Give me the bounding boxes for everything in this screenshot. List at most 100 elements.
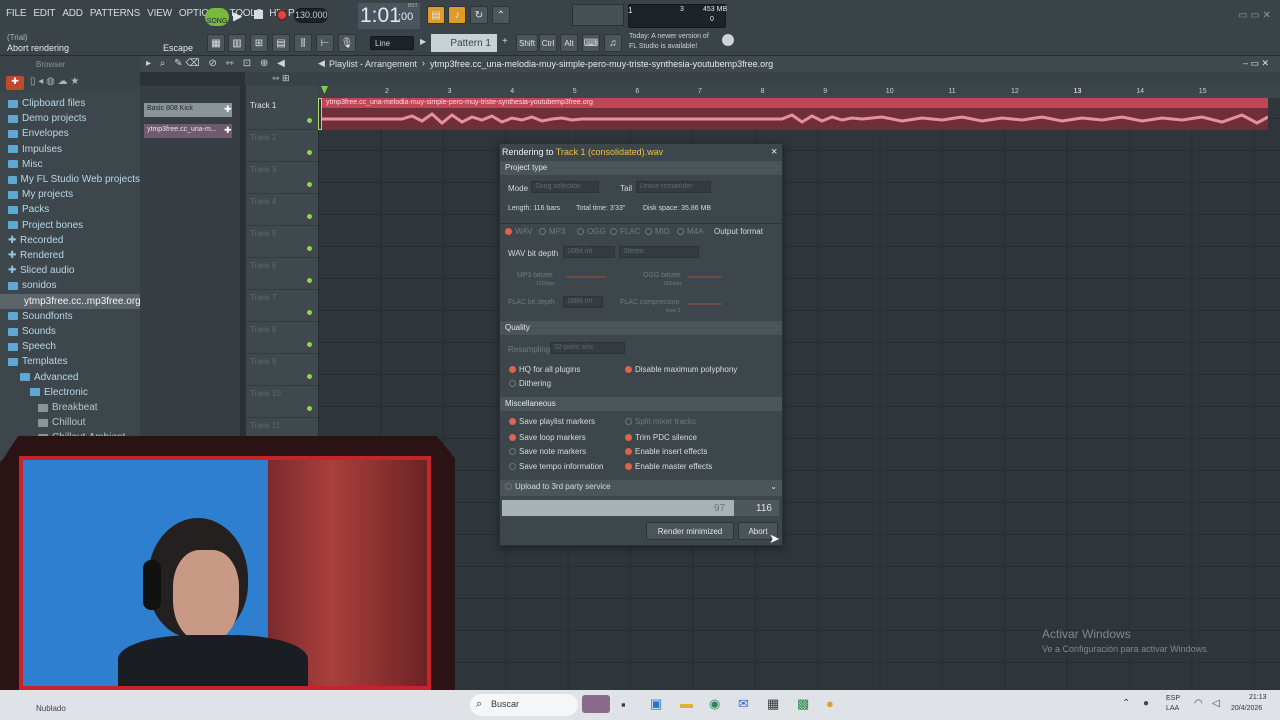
language-secondary[interactable]: LAA <box>1166 705 1179 712</box>
browser-item[interactable]: Project bones <box>0 218 140 233</box>
split-mixer-tracks-checkbox[interactable]: Split mixer tracks <box>625 417 696 426</box>
resampling-select[interactable]: 32-point sinc <box>550 342 625 354</box>
countdown-icon[interactable]: ⌃ <box>492 6 510 24</box>
clock-date[interactable]: 20/4/2026 <box>1231 705 1262 712</box>
browser-item[interactable]: Clipboard files <box>0 96 140 111</box>
track-mute-icon[interactable] <box>307 278 312 283</box>
typing-keyboard-icon[interactable]: ⌨ <box>582 34 600 52</box>
news-line-2[interactable]: FL Studio is available! <box>629 43 697 50</box>
volume-icon[interactable]: ◁ <box>1212 698 1220 709</box>
save-loop-markers-checkbox[interactable]: Save loop markers <box>509 433 586 442</box>
record-button[interactable] <box>276 9 288 21</box>
browser-item[interactable]: Demo projects <box>0 111 140 126</box>
channel-expand-icon[interactable]: ✚ <box>224 104 232 115</box>
tempo-display[interactable]: 130.000 <box>294 8 328 23</box>
section-misc[interactable]: Miscellaneous <box>500 397 782 411</box>
track-header[interactable]: Track 1 <box>246 98 318 130</box>
shift-key-button[interactable]: Shift <box>516 34 538 52</box>
xbox-icon[interactable]: ▩ <box>797 696 809 712</box>
window-minimize-icon[interactable]: ▭ ▭ ✕ <box>1238 10 1271 21</box>
browser-item[interactable]: My FL Studio Web projects <box>0 172 140 187</box>
calendar-icon[interactable]: ▦ <box>767 696 779 712</box>
edge-icon[interactable]: ◉ <box>709 696 720 712</box>
track-mute-icon[interactable] <box>307 182 312 187</box>
menu-patterns[interactable]: PATTERNS <box>90 8 140 19</box>
save-tempo-checkbox[interactable]: Save tempo information <box>509 462 604 471</box>
flac-bit-depth-select[interactable]: 16Bit int <box>563 296 603 308</box>
playlist-tools-icon[interactable]: ▸ ⌕ ✎⌫ ⊘ ⇿ ⊡ ⊕ ◀ <box>146 58 288 69</box>
browser-files-icon[interactable]: ▯ ◂ ◍ ☁ ★ <box>30 76 79 87</box>
track-mute-icon[interactable] <box>307 150 312 155</box>
dialog-close-button[interactable]: × <box>771 146 777 158</box>
master-volume[interactable] <box>572 4 624 26</box>
save-playlist-markers-checkbox[interactable]: Save playlist markers <box>509 417 595 426</box>
piano-keyboard-icon[interactable]: ♫ <box>604 34 622 52</box>
browser-all-icon[interactable]: ✚ <box>6 76 24 90</box>
render-minimized-button[interactable]: Render minimized <box>646 522 734 540</box>
mixer-icon[interactable]: ⫼ <box>294 34 312 52</box>
mode-select[interactable]: Song selection <box>531 181 599 193</box>
tray-chevron-icon[interactable]: ⌃ <box>1122 698 1130 709</box>
browser-item[interactable]: ✚ Recorded <box>0 233 140 248</box>
track-header[interactable]: Track 7 <box>246 290 318 322</box>
track-header[interactable]: Track 4 <box>246 194 318 226</box>
wifi-icon[interactable]: ◠ <box>1194 698 1203 709</box>
pattern-selector[interactable]: Pattern 1 <box>431 34 497 52</box>
browser-item[interactable]: ytmp3free.cc..mp3free.org <box>0 293 141 309</box>
track-header[interactable]: Track 2 <box>246 130 318 162</box>
browser-item[interactable]: Chillout <box>0 415 140 430</box>
add-pattern-icon[interactable]: + <box>502 36 508 47</box>
track-header[interactable]: Track 10 <box>246 386 318 418</box>
browser-item[interactable]: Advanced <box>0 370 140 385</box>
flac-compression-slider[interactable] <box>688 303 722 305</box>
format-mid-radio[interactable]: MID <box>645 227 670 236</box>
file-explorer-icon[interactable]: ▬ <box>680 696 693 711</box>
channel-rack-icon[interactable]: ▤ <box>272 34 290 52</box>
hq-plugins-checkbox[interactable]: HQ for all plugins <box>509 365 580 374</box>
track-header[interactable]: Track 9 <box>246 354 318 386</box>
format-flac-radio[interactable]: FLAC <box>610 227 640 236</box>
menu-file[interactable]: FILE <box>6 8 27 19</box>
pattern-prev-icon[interactable]: ▶ <box>420 37 426 46</box>
playlist-grid[interactable] <box>318 86 1280 690</box>
format-m4a-radio[interactable]: M4A <box>677 227 703 236</box>
browser-item[interactable]: Packs <box>0 202 140 217</box>
section-quality[interactable]: Quality <box>500 321 782 335</box>
taskbar-search[interactable] <box>470 694 578 716</box>
format-wav-radio[interactable]: WAV <box>505 227 532 236</box>
browser-item[interactable]: Speech <box>0 339 140 354</box>
microphone-tray-icon[interactable]: ● <box>1143 698 1149 709</box>
taskbar-app-thumb[interactable] <box>582 695 610 713</box>
browser-item[interactable]: ✚ Sliced audio <box>0 263 140 278</box>
playlist-icon[interactable]: ▦ <box>207 34 225 52</box>
track-header[interactable]: Track 5 <box>246 226 318 258</box>
save-note-markers-checkbox[interactable]: Save note markers <box>509 447 586 456</box>
alt-key-button[interactable]: Alt <box>560 34 578 52</box>
browser-item[interactable]: Soundfonts <box>0 309 140 324</box>
task-view-icon[interactable]: ▪ <box>621 697 626 712</box>
track-header[interactable]: Track 6 <box>246 258 318 290</box>
zoom-arrows-icon[interactable]: ⇿ ⊞ <box>272 73 290 84</box>
pattern-song-icon[interactable]: ▤ <box>427 6 445 24</box>
browser-item[interactable]: Breakbeat <box>0 400 140 415</box>
browser-item[interactable]: Envelopes <box>0 126 140 141</box>
snap-select[interactable]: Line <box>370 36 414 50</box>
format-mp3-radio[interactable]: MP3 <box>539 227 565 236</box>
playlist-breadcrumb[interactable]: ytmp3free.cc_una-melodia-muy-simple-pero… <box>430 59 773 69</box>
trim-pdc-checkbox[interactable]: Trim PDC silence <box>625 433 697 442</box>
channel-expand-icon[interactable]: ✚ <box>224 125 232 136</box>
upload-section[interactable]: Upload to 3rd party service ⌄ <box>500 480 782 496</box>
track-mute-icon[interactable] <box>307 406 312 411</box>
language-primary[interactable]: ESP <box>1166 695 1180 702</box>
track-mute-icon[interactable] <box>307 374 312 379</box>
track-mute-icon[interactable] <box>307 342 312 347</box>
browser-item[interactable]: Sounds <box>0 324 140 339</box>
song-mode-toggle[interactable]: SONG <box>205 8 229 26</box>
browser-item[interactable]: My projects <box>0 187 140 202</box>
browser-item[interactable]: sonidos <box>0 278 140 293</box>
stop-button[interactable] <box>254 10 263 19</box>
wav-bit-depth-select[interactable]: 16Bit int <box>563 246 615 258</box>
browser-icon[interactable]: ⊞ <box>250 34 268 52</box>
tail-select[interactable]: Leave remainder <box>636 181 711 193</box>
track-header[interactable]: Track 8 <box>246 322 318 354</box>
